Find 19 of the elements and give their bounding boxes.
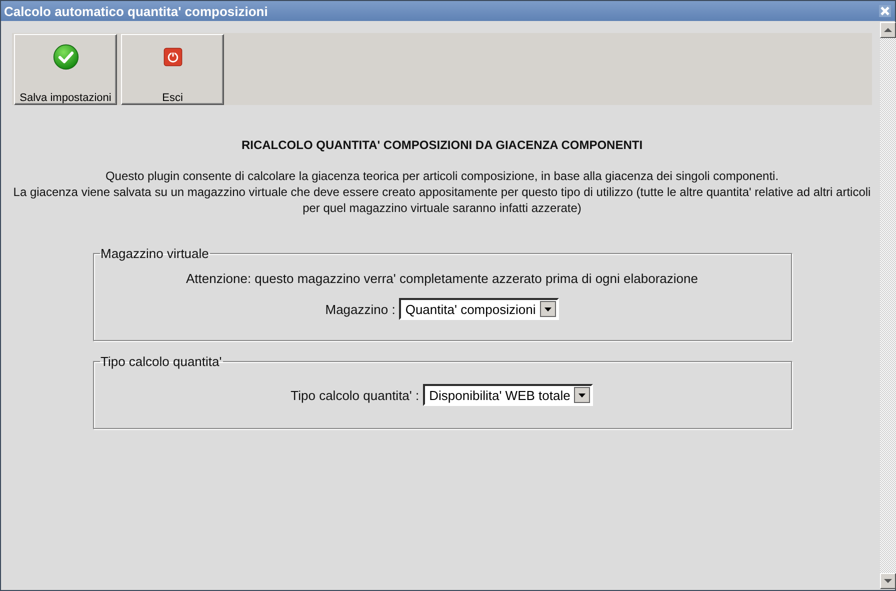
- caret-icon: [540, 301, 556, 317]
- section-heading: RICALCOLO QUANTITA' COMPOSIZIONI DA GIACENZA COMPONENTI: [240, 138, 644, 152]
- checkmark-icon: [50, 44, 80, 70]
- save-settings-button[interactable]: Salva impostazioni: [14, 34, 117, 105]
- caret-icon: [574, 387, 590, 403]
- window-title: Calcolo automatico quantita' composizioni: [4, 4, 268, 18]
- description-text: La giacenza viene salvata su un magazzino virtuale che deve essere creato appositamente per questo tipo di utilizzo (tutte le altre quantita' relative ad altri articoli per quel magazzino virtuale saranno infatti azzerate): [12, 184, 872, 216]
- scroll-down-icon[interactable]: [880, 573, 896, 589]
- dropdown[interactable]: Quantita' composizioni: [399, 298, 559, 320]
- dropdown[interactable]: Disponibilita' WEB totale: [423, 384, 594, 406]
- group-title: Magazzino virtuale: [100, 246, 210, 261]
- description-text: Questo plugin consente di calcolare la giacenza teorica per articoli composizione, in base alla giacenza dei singoli componenti.: [104, 168, 780, 184]
- scrollbar[interactable]: [880, 22, 896, 589]
- field-label: Tipo calcolo quantita' :: [290, 388, 420, 402]
- exit-button[interactable]: Esci: [121, 34, 224, 105]
- scroll-up-icon[interactable]: [880, 22, 896, 38]
- group-title: Tipo calcolo quantita': [100, 354, 223, 369]
- field-label: Magazzino :: [325, 302, 396, 316]
- warning-text: Attenzione: questo magazzino verra' completamente azzerato prima di ogni elaborazione: [186, 271, 698, 286]
